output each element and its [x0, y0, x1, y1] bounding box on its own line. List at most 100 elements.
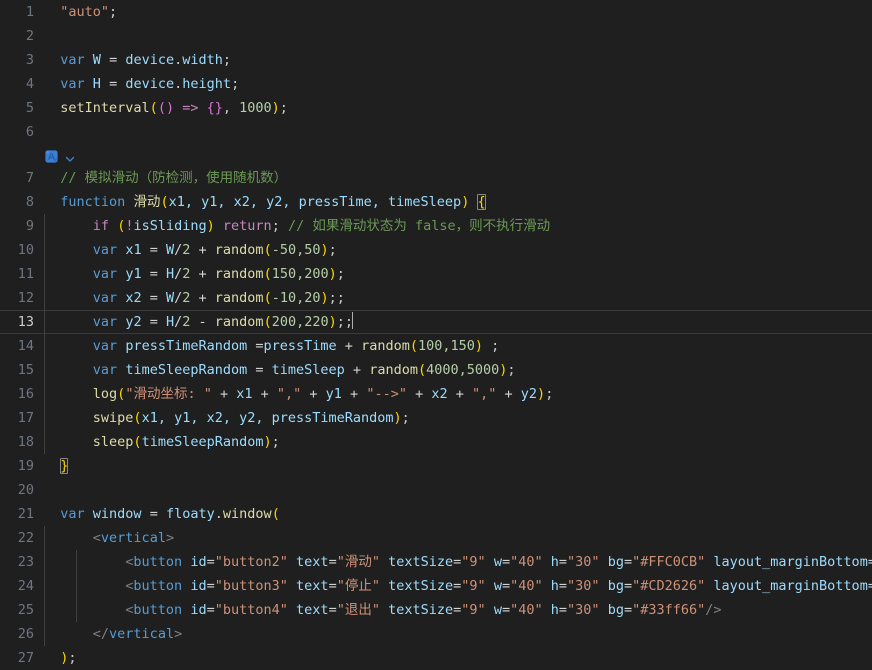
token-paren: ( [271, 506, 280, 522]
indent-guide [44, 622, 45, 646]
token-number: 1000 [239, 100, 272, 116]
token-keyword-var: var [60, 76, 85, 92]
editor-line[interactable]: 9 if (!isSliding) return; // 如果滑动状态为 fal… [0, 214, 872, 238]
line-content[interactable]: if (!isSliding) return; // 如果滑动状态为 false… [44, 214, 872, 238]
line-content[interactable]: var timeSleepRandom = timeSleep + random… [44, 358, 872, 382]
line-content[interactable]: sleep(timeSleepRandom); [44, 430, 872, 454]
editor-line[interactable]: 6 [0, 120, 872, 144]
token-equals: = [558, 602, 568, 618]
line-content[interactable] [44, 120, 872, 144]
line-content[interactable]: <button id="button4" text="退出" textSize=… [44, 598, 872, 622]
codelens-content[interactable] [44, 144, 872, 166]
token-paren: ) [393, 410, 402, 426]
editor-line[interactable]: 22 <vertical> [0, 526, 872, 550]
line-number: 14 [17, 338, 34, 354]
editor-line[interactable]: 1 "auto"; [0, 0, 872, 24]
token-equals: = [867, 554, 872, 570]
token-semicolon: ; [483, 338, 500, 354]
editor-line[interactable]: 8 function 滑动(x1, y1, x2, y2, pressTime,… [0, 190, 872, 214]
token-brace-match: { [477, 194, 486, 210]
editor-line[interactable]: 11 var y1 = H/2 + random(150,200); [0, 262, 872, 286]
line-content[interactable]: ); [44, 646, 872, 670]
code-editor[interactable]: 1 "auto"; 2 3 var W = device.width; 4 va… [0, 0, 872, 666]
editor-line[interactable]: 25 <button id="button4" text="退出" textSi… [0, 598, 872, 622]
line-content[interactable]: var window = floaty.window( [44, 502, 872, 526]
indent-guide [44, 430, 45, 454]
token-equals: = [623, 578, 633, 594]
editor-line[interactable]: 27 ); [0, 646, 872, 670]
editor-line[interactable]: 14 var pressTimeRandom =pressTime + rand… [0, 334, 872, 358]
editor-line[interactable]: 5 setInterval(() => {}, 1000); [0, 96, 872, 120]
token-semicolon: ;; [336, 314, 354, 330]
editor-line[interactable]: 3 var W = device.width; [0, 48, 872, 72]
autojs-logo-icon[interactable] [44, 148, 59, 163]
token-property: height [182, 76, 232, 92]
token-equals: = [453, 602, 462, 618]
token-dot: . [214, 506, 223, 522]
token-keyword-var: var [92, 266, 118, 282]
editor-line[interactable]: 4 var H = device.height; [0, 72, 872, 96]
attr-text-value: "停止" [336, 578, 380, 594]
line-number: 1 [25, 4, 34, 20]
token-identifier: window [92, 506, 142, 522]
attr-text: text [296, 602, 329, 618]
editor-line[interactable]: 23 <button id="button2" text="滑动" textSi… [0, 550, 872, 574]
editor-line[interactable]: 15 var timeSleepRandom = timeSleep + ran… [0, 358, 872, 382]
token-operator: + [252, 386, 277, 402]
editor-line[interactable]: 12 var x2 = W/2 + random(-10,20);; [0, 286, 872, 310]
line-content[interactable]: </vertical> [44, 622, 872, 646]
line-content[interactable]: <button id="button2" text="滑动" textSize=… [44, 550, 872, 574]
line-number: 19 [17, 458, 34, 474]
token-angle-bracket: < [125, 578, 134, 594]
token-paren: ( [263, 266, 272, 282]
editor-line[interactable]: 10 var x1 = W/2 + random(-50,50); [0, 238, 872, 262]
line-content[interactable]: setInterval(() => {}, 1000); [44, 96, 872, 120]
attr-w-value: "40" [510, 554, 543, 570]
editor-line[interactable]: 16 log("滑动坐标: " + x1 + "," + y1 + "-->" … [0, 382, 872, 406]
line-number: 15 [17, 362, 34, 378]
line-content[interactable]: <button id="button3" text="停止" textSize=… [44, 574, 872, 598]
line-content[interactable]: var W = device.width; [44, 48, 872, 72]
editor-line[interactable]: 18 sleep(timeSleepRandom); [0, 430, 872, 454]
token-angle-bracket: > [174, 626, 183, 642]
attr-w-value: "40" [510, 602, 543, 618]
editor-line[interactable]: 7 // 模拟滑动（防检测，使用随机数） [0, 166, 872, 190]
line-content[interactable]: var x1 = W/2 + random(-50,50); [44, 238, 872, 262]
line-content[interactable]: } [44, 454, 872, 478]
line-content[interactable]: var y1 = H/2 + random(150,200); [44, 262, 872, 286]
editor-line[interactable]: 17 swipe(x1, y1, x2, y2, pressTimeRandom… [0, 406, 872, 430]
token-arguments: 200,220 [271, 314, 329, 330]
line-content[interactable]: // 模拟滑动（防检测，使用随机数） [44, 166, 872, 190]
line-content[interactable]: log("滑动坐标: " + x1 + "," + y1 + "-->" + x… [44, 382, 872, 406]
line-content[interactable]: var x2 = W/2 + random(-10,20);; [44, 286, 872, 310]
editor-line[interactable]: 20 [0, 478, 872, 502]
line-content[interactable]: function 滑动(x1, y1, x2, y2, pressTime, t… [44, 190, 872, 214]
line-content[interactable]: var H = device.height; [44, 72, 872, 96]
line-content[interactable] [44, 24, 872, 48]
indent-guide [44, 334, 45, 358]
token-keyword-var: var [92, 242, 118, 258]
token-brace-match: } [60, 458, 69, 474]
codelens-widget[interactable] [44, 144, 76, 166]
line-content[interactable]: <vertical> [44, 526, 872, 550]
chevron-down-icon[interactable] [64, 149, 76, 162]
token-semicolon: ; [328, 242, 337, 258]
line-content[interactable]: var y2 = H/2 - random(200,220);; [44, 310, 872, 334]
editor-line[interactable]: 26 </vertical> [0, 622, 872, 646]
line-number: 7 [25, 170, 34, 186]
editor-line[interactable]: 2 [0, 24, 872, 48]
token-semicolon: ; [271, 434, 280, 450]
editor-line[interactable]: 24 <button id="button3" text="停止" textSi… [0, 574, 872, 598]
line-content[interactable]: var pressTimeRandom =pressTime + random(… [44, 334, 872, 358]
editor-line[interactable]: 19 } [0, 454, 872, 478]
codelens-row[interactable] [0, 144, 872, 166]
line-content[interactable]: "auto"; [44, 0, 872, 24]
token-arguments: timeSleepRandom [141, 434, 264, 450]
line-content[interactable] [44, 478, 872, 502]
line-content[interactable]: swipe(x1, y1, x2, y2, pressTimeRandom); [44, 406, 872, 430]
line-number: 26 [17, 626, 34, 642]
editor-line-active[interactable]: 13 var y2 = H/2 - random(200,220);; [0, 310, 872, 334]
editor-line[interactable]: 21 var window = floaty.window( [0, 502, 872, 526]
